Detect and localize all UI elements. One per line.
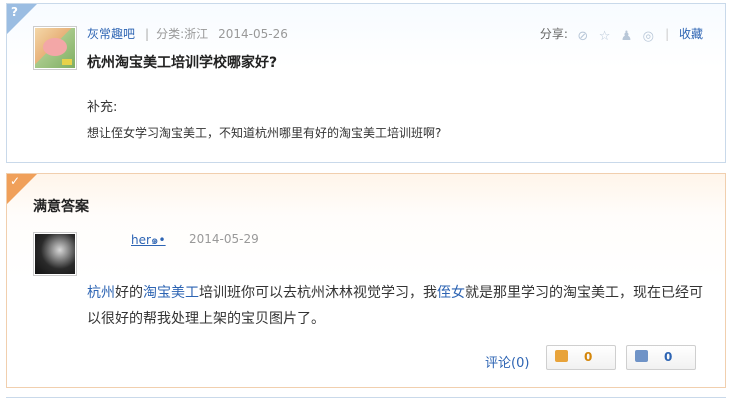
thumbs-up-icon [555,350,568,362]
answer-text-1: 好的 [115,285,143,301]
star-share-icon[interactable]: ☆ [598,30,612,44]
answerer-username[interactable]: her๑• [87,231,166,250]
answer-date: 2014-05-29 [189,232,259,246]
next-card-edge [6,397,726,401]
search-share-icon[interactable]: ⊘ [576,30,590,44]
asker-avatar[interactable] [33,26,77,70]
question-title: 杭州淘宝美工培训学校哪家好? [87,55,278,71]
supplement-text: 想让侄女学习淘宝美工，不知道杭州哪里有好的淘宝美工培训班啊? [87,126,442,140]
upvote-button[interactable]: 0 [546,345,616,370]
asker-avatar-image [35,28,75,68]
asker-username[interactable]: 灰常趣吧 [87,27,135,41]
favorite-link[interactable]: 收藏 [679,27,703,41]
category-value[interactable]: 浙江 [184,27,208,41]
question-date: 2014-05-26 [218,27,288,41]
checkmark-icon: ✓ [10,174,21,188]
question-mark-icon: ? [11,5,18,19]
answerer-avatar[interactable] [33,232,77,276]
share-label: 分享: [539,27,568,41]
comment-link[interactable]: 评论(0) [485,352,529,371]
keyword-link-taobao-design[interactable]: 淘宝美工 [143,285,199,301]
answerer-avatar-image [35,234,75,274]
weibo-share-icon[interactable]: ◎ [641,30,655,44]
pig-figure [43,38,67,56]
answer-body: 杭州好的淘宝美工培训班你可以去杭州沐林视觉学习，我侄女就是那里学习的淘宝美工，现… [87,280,707,332]
share-separator: | [665,27,670,41]
keyword-link-niece[interactable]: 侄女 [437,285,465,301]
thumbs-down-icon [635,350,648,362]
best-answer-card: ✓ 满意答案 her๑• 2014-05-29 杭州好的淘宝美工培训班你可以去杭… [6,173,726,388]
tag-figure [62,59,72,65]
meta-separator: | [145,27,150,41]
qq-share-icon[interactable]: ♟ [619,30,633,44]
answer-text-2: 培训班你可以去杭州沐林视觉学习，我 [199,285,437,301]
supplement-label: 补充: [87,100,118,115]
answerer-username-text: her๑• [131,233,166,247]
best-answer-heading: 满意答案 [33,199,89,215]
downvote-count: 0 [664,350,673,364]
downvote-button[interactable]: 0 [626,345,696,370]
share-bar: 分享: ⊘ ☆ ♟ ◎ | 收藏 [540,25,703,44]
category-label: 分类: [156,27,185,41]
upvote-count: 0 [584,350,593,364]
question-meta: 灰常趣吧 | 分类:浙江 2014-05-26 [87,25,288,42]
question-card: ? 灰常趣吧 | 分类:浙江 2014-05-26 分享: ⊘ ☆ ♟ ◎ | 收藏 … [6,3,726,163]
keyword-link-hangzhou[interactable]: 杭州 [87,285,115,301]
